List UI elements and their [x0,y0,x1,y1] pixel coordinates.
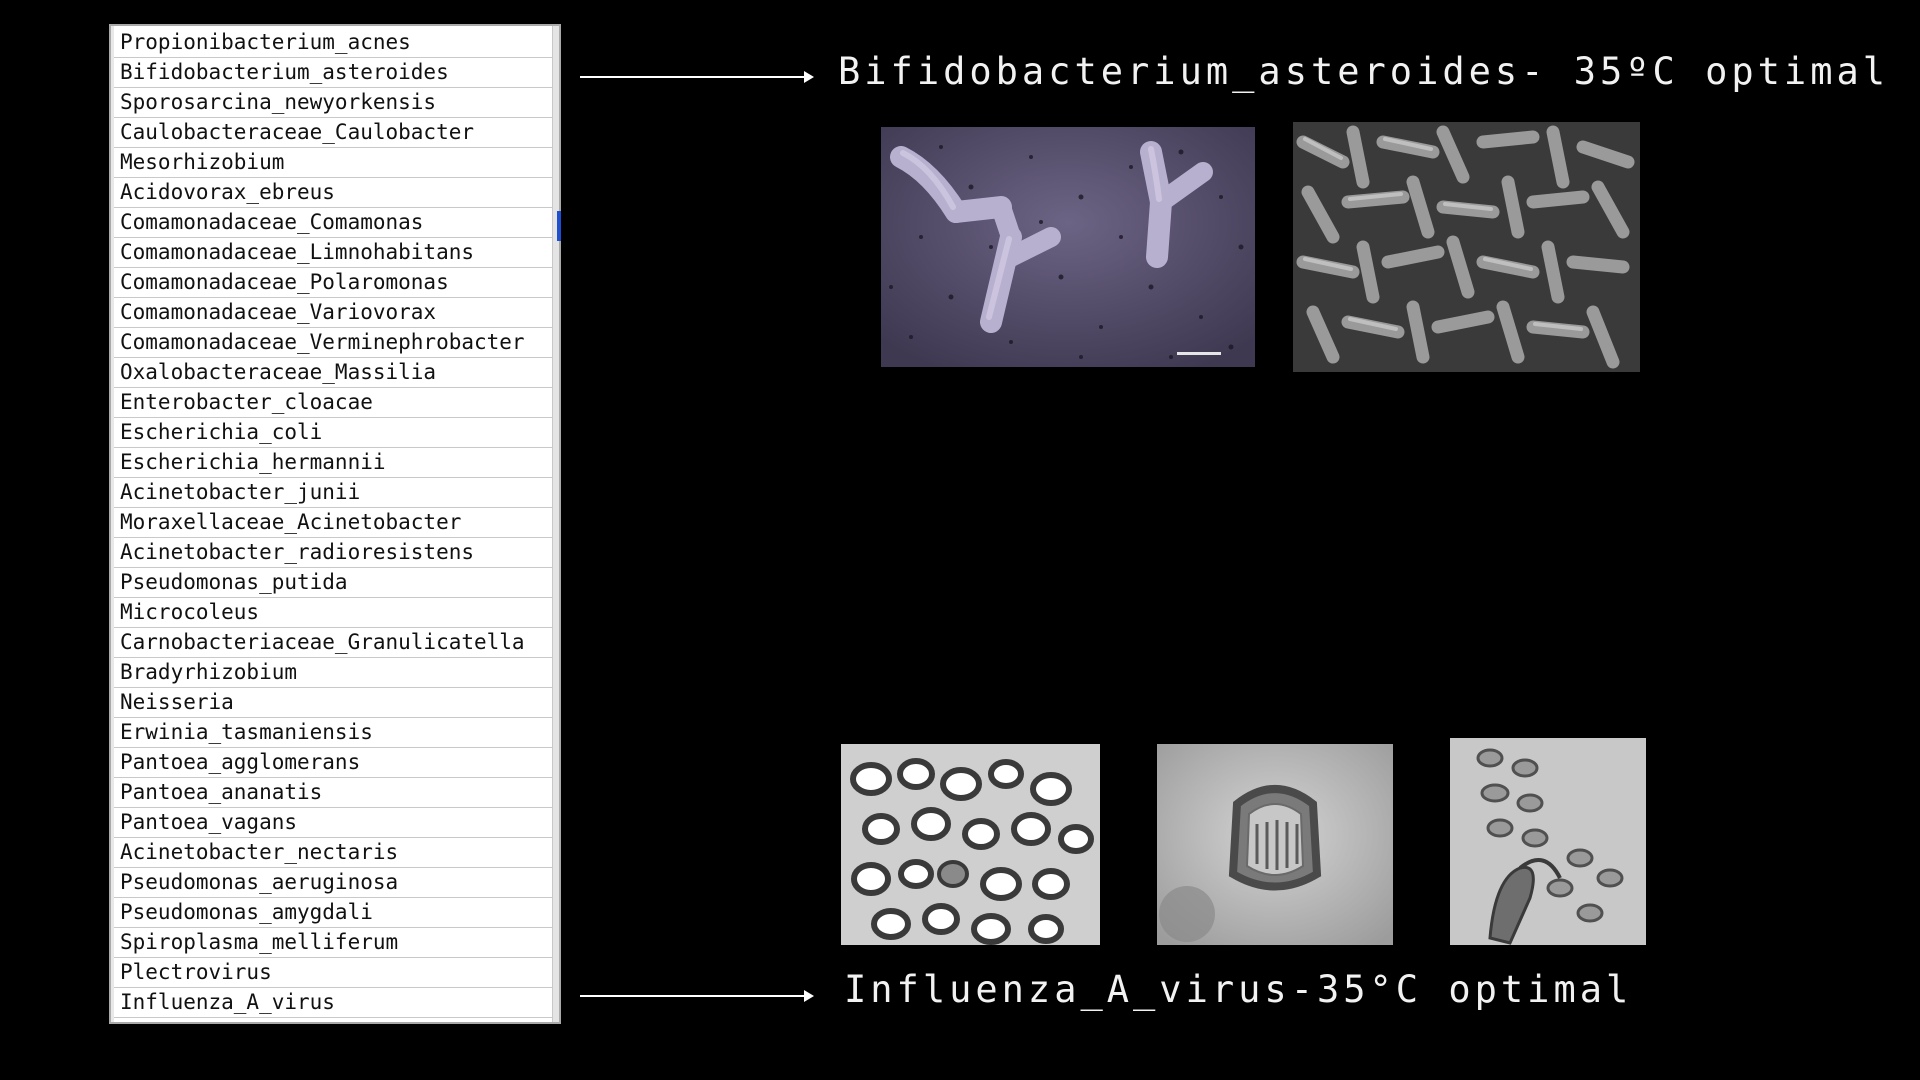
species-row[interactable]: Comamonadaceae_Limnohabitans [114,238,553,268]
species-row[interactable]: Escherichia_coli [114,418,553,448]
bifido-sem-svg [1293,122,1640,372]
species-row[interactable]: Influenza_A_virus [114,988,553,1018]
table-scroll-bar[interactable] [552,26,559,1022]
arrow-top-head [804,71,814,83]
species-row[interactable]: Escherichia_hermannii [114,448,553,478]
bifidobacterium-micrograph-sem [1293,122,1640,372]
caption-bottom: Influenza_A_virus-35°C optimal [844,968,1633,1011]
arrow-bottom [580,990,814,1002]
influenza-micrograph-budding [1450,738,1646,945]
species-row[interactable]: Acidovorax_ebreus [114,178,553,208]
caption-top: Bifidobacterium_asteroides- 35ºC optimal [838,50,1890,93]
species-row[interactable]: Spiroplasma_melliferum [114,928,553,958]
arrow-top [580,71,814,83]
species-row[interactable]: Bradyrhizobium [114,658,553,688]
species-row[interactable]: Neisseria [114,688,553,718]
species-row[interactable]: Erwinia_tasmaniensis [114,718,553,748]
species-row[interactable]: Enterobacter_cloacae [114,388,553,418]
species-row[interactable]: Pantoea_ananatis [114,778,553,808]
species-row[interactable]: Oxalobacteraceae_Massilia [114,358,553,388]
flu-budding-svg [1450,738,1646,945]
selection-marker [557,211,561,241]
arrow-bottom-head [804,990,814,1002]
species-row[interactable]: Comamonadaceae_Comamonas [114,208,553,238]
influenza-micrograph-cluster [841,744,1100,945]
flu-cluster-svg [841,744,1100,945]
species-row[interactable]: Pseudomonas_putida [114,568,553,598]
species-row[interactable]: Pseudomonas_amygdali [114,898,553,928]
species-row[interactable]: Microcoleus [114,598,553,628]
species-row[interactable]: Plectrovirus [114,958,553,988]
species-row[interactable]: Pseudomonas_aeruginosa [114,868,553,898]
species-table: Propionibacterium_acnes Bifidobacterium_a… [109,24,561,1024]
species-row[interactable]: Acinetobacter_radioresistens [114,538,553,568]
species-row[interactable]: Acinetobacter_nectaris [114,838,553,868]
species-row[interactable]: Comamonadaceae_Verminephrobacter [114,328,553,358]
flu-single-svg [1157,744,1393,945]
species-row[interactable]: Pantoea_vagans [114,808,553,838]
species-row[interactable]: Bifidobacterium_asteroides [114,58,553,88]
species-row[interactable]: Acinetobacter_junii [114,478,553,508]
species-row[interactable]: Propionibacterium_acnes [114,28,553,58]
influenza-micrograph-single-virion [1157,744,1393,945]
bifido-purple-svg [881,127,1255,367]
species-row[interactable]: Sporosarcina_newyorkensis [114,88,553,118]
species-row[interactable]: Comamonadaceae_Polaromonas [114,268,553,298]
species-row[interactable]: Pantoea_agglomerans [114,748,553,778]
species-row[interactable]: Carnobacteriaceae_Granulicatella [114,628,553,658]
species-row[interactable]: Caulobacteraceae_Caulobacter [114,118,553,148]
species-row[interactable]: Moraxellaceae_Acinetobacter [114,508,553,538]
bifidobacterium-micrograph-purple [881,127,1255,367]
species-row[interactable]: Comamonadaceae_Variovorax [114,298,553,328]
species-row[interactable]: Mesorhizobium [114,148,553,178]
